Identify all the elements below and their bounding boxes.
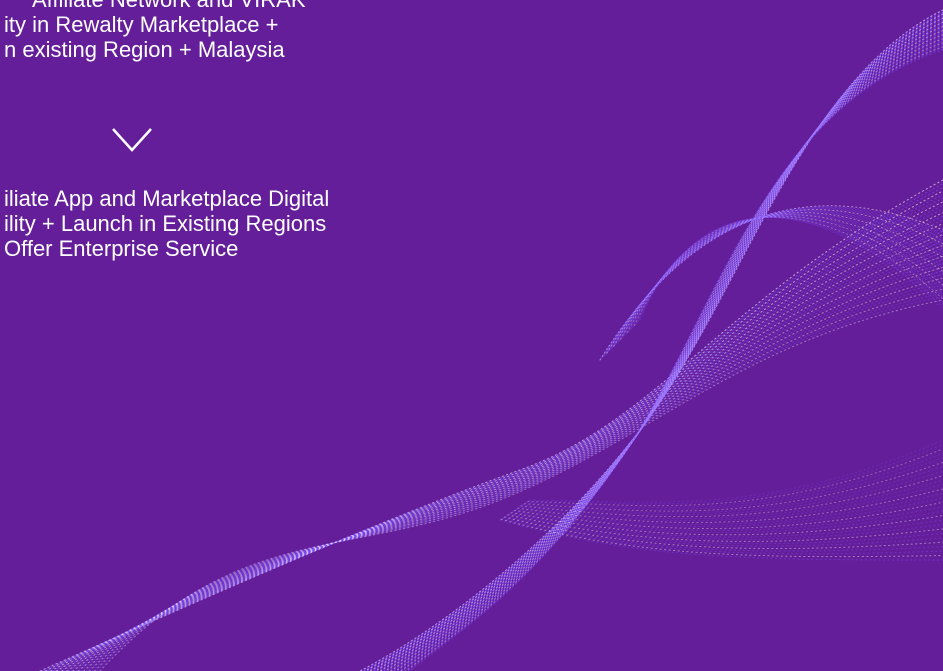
wave-dotted-line xyxy=(406,47,943,671)
wave-dotted-line xyxy=(401,43,943,671)
wave-dotted-line xyxy=(400,42,943,671)
wave-dotted-line xyxy=(84,270,943,671)
slide-canvas: Affiliate Network and VIRAK ity in Rewal… xyxy=(0,0,943,671)
wave-dotted-line xyxy=(385,29,943,671)
wave-dotted-line xyxy=(79,259,943,671)
wave-dotted-line xyxy=(360,10,943,671)
upper-text-block: Affiliate Network and VIRAK ity in Rewal… xyxy=(0,0,306,62)
wave-dotted-line xyxy=(369,17,943,671)
wave-dotted-line xyxy=(77,255,943,671)
wave-dotted-line xyxy=(388,33,943,671)
wave-dotted-line xyxy=(408,48,943,671)
lower-text-line: Offer Enterprise Service xyxy=(4,236,239,261)
wave-dotted-line xyxy=(378,24,943,671)
wave-dotted-line xyxy=(396,39,943,671)
wave-dotted-line xyxy=(395,38,943,671)
decorative-wave-graphic xyxy=(39,9,943,671)
wave-dotted-line xyxy=(381,26,943,671)
wave-dotted-line xyxy=(624,215,943,336)
wave-dotted-line xyxy=(639,217,943,321)
wave-dotted-line xyxy=(368,16,943,671)
wave-dotted-line xyxy=(374,21,943,671)
wave-dotted-line xyxy=(382,27,943,671)
wave-dotted-line xyxy=(364,13,943,671)
wave-dotted-line xyxy=(365,14,943,671)
wave-dotted-line xyxy=(399,41,943,671)
wave-dotted-line xyxy=(372,19,943,671)
wave-dotted-line xyxy=(64,230,943,671)
wave-dotted-line xyxy=(362,11,943,671)
wave-dotted-line xyxy=(403,44,943,671)
wave-dotted-line xyxy=(625,215,943,335)
chevron-down-icon xyxy=(112,128,152,152)
wave-dotted-line xyxy=(397,40,943,671)
wave-lines xyxy=(39,9,943,671)
wave-dotted-line xyxy=(363,12,943,671)
wave-dotted-line xyxy=(387,32,943,671)
wave-dotted-line xyxy=(383,28,943,671)
wave-dotted-line xyxy=(599,205,943,361)
lower-text-line: iliate App and Marketplace Digital xyxy=(4,186,330,211)
upper-text-line: ity in Rewalty Marketplace + xyxy=(4,12,279,37)
lower-text-block: iliate App and Marketplace Digital ility… xyxy=(0,186,329,261)
wave-dotted-line xyxy=(605,208,943,355)
wave-dotted-line xyxy=(606,209,943,354)
wave-dotted-line xyxy=(618,213,943,342)
wave-dotted-line xyxy=(61,223,943,671)
wave-dotted-line xyxy=(405,46,943,671)
lower-text-line: ility + Launch in Existing Regions xyxy=(4,211,327,236)
wave-dotted-line xyxy=(83,266,943,671)
wave-dotted-line xyxy=(370,18,943,671)
wave-dotted-line xyxy=(63,226,943,671)
wave-dotted-line xyxy=(376,22,943,671)
wave-dotted-line xyxy=(367,15,943,671)
wave-dotted-line xyxy=(391,35,943,671)
upper-text-line: Affiliate Network and VIRAK xyxy=(0,0,306,12)
wave-dotted-line xyxy=(377,23,943,671)
wave-dotted-line xyxy=(392,36,943,671)
upper-text-line: n existing Region + Malaysia xyxy=(4,37,285,62)
wave-dotted-line xyxy=(404,45,943,671)
wave-dotted-line xyxy=(73,248,943,671)
wave-dotted-line xyxy=(386,30,943,671)
wave-dotted-line xyxy=(379,25,943,671)
wave-dotted-line xyxy=(72,244,943,671)
wave-dotted-line xyxy=(68,237,943,671)
wave-dotted-line xyxy=(373,20,943,671)
wave-dotted-line xyxy=(390,34,943,671)
wave-dotted-line xyxy=(359,9,943,671)
wave-dotted-line xyxy=(617,213,943,343)
wave-dotted-line xyxy=(616,213,943,344)
wave-dotted-line xyxy=(394,37,943,671)
wave-dotted-line xyxy=(409,49,943,671)
